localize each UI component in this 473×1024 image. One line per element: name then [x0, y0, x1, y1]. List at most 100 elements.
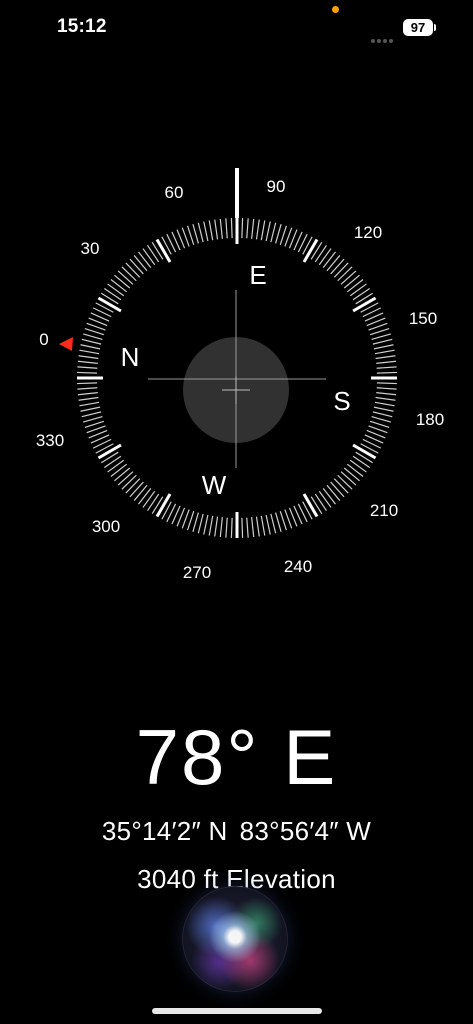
minor-tick — [77, 360, 98, 364]
degree-label-90: 90 — [267, 177, 286, 196]
minor-tick — [186, 510, 195, 531]
minor-tick — [77, 371, 98, 374]
longitude: 83°56′4″ W — [239, 816, 372, 846]
minor-tick — [192, 224, 199, 244]
minor-tick — [208, 220, 214, 241]
home-indicator[interactable] — [152, 1008, 322, 1014]
degree-label-150: 150 — [409, 309, 437, 328]
minor-tick — [346, 463, 364, 477]
minor-tick — [117, 270, 134, 285]
minor-tick — [83, 333, 103, 340]
minor-tick — [376, 387, 397, 390]
minor-tick — [219, 218, 223, 239]
coordinates[interactable]: 35°14′2″ N 83°56′4″ W — [0, 816, 473, 847]
minor-tick — [314, 245, 327, 263]
minor-tick — [343, 274, 360, 289]
minor-tick — [79, 349, 100, 355]
major-tick — [155, 238, 172, 263]
minor-tick — [352, 455, 370, 468]
minor-tick — [186, 225, 195, 246]
degree-label-330: 330 — [36, 431, 64, 450]
minor-tick — [80, 406, 101, 412]
minor-tick — [214, 219, 219, 240]
minor-tick — [79, 401, 100, 407]
major-tick — [352, 443, 377, 460]
minor-tick — [265, 221, 271, 242]
minor-tick — [352, 288, 370, 301]
minor-tick — [78, 396, 99, 401]
minor-tick — [318, 248, 332, 266]
minor-tick — [279, 225, 288, 246]
minor-tick — [333, 262, 349, 278]
minor-tick — [374, 401, 395, 407]
minor-tick — [138, 487, 152, 505]
minor-tick — [372, 411, 393, 418]
minor-tick — [255, 219, 260, 240]
minor-tick — [125, 478, 141, 494]
minor-tick — [241, 218, 244, 239]
minor-tick — [275, 224, 282, 244]
minor-tick — [125, 262, 141, 278]
minor-tick — [371, 333, 391, 340]
minor-tick — [346, 279, 364, 293]
minor-tick — [270, 222, 277, 243]
latitude: 35°14′2″ N — [101, 816, 228, 846]
minor-tick — [203, 221, 209, 242]
minor-tick — [275, 512, 282, 532]
heading-readout: 78° E — [135, 713, 338, 801]
minor-tick — [80, 344, 101, 350]
minor-tick — [376, 371, 397, 374]
minor-tick — [107, 459, 125, 473]
cardinal-east: E — [249, 260, 266, 290]
major-tick — [302, 493, 319, 518]
degree-label-270: 270 — [183, 563, 211, 582]
minor-tick — [225, 218, 228, 239]
minor-tick — [376, 392, 397, 396]
minor-tick — [343, 467, 360, 482]
minor-tick — [230, 218, 233, 239]
minor-tick — [129, 481, 144, 498]
minor-tick — [376, 382, 397, 385]
minor-tick — [326, 484, 341, 501]
minor-tick — [376, 366, 397, 369]
minor-tick — [142, 490, 156, 508]
minor-tick — [241, 517, 244, 538]
minor-tick — [203, 514, 209, 535]
degree-label-30: 30 — [81, 239, 100, 258]
minor-tick — [78, 355, 99, 360]
minor-tick — [260, 515, 266, 536]
siri-orb-icon[interactable] — [182, 886, 288, 992]
minor-tick — [142, 248, 156, 266]
minor-tick — [133, 484, 148, 501]
minor-tick — [330, 481, 345, 498]
minor-tick — [375, 396, 396, 401]
minor-tick — [374, 349, 395, 355]
compass-dial[interactable]: 0 30 60 90 120 150 180 210 240 270 300 3… — [0, 0, 473, 700]
degree-label-180: 180 — [416, 410, 444, 429]
degree-label-0: 0 — [39, 330, 48, 349]
minor-tick — [214, 516, 219, 537]
minor-tick — [83, 416, 103, 423]
minor-tick — [147, 493, 160, 511]
major-tick — [352, 296, 377, 313]
degree-label-300: 300 — [92, 517, 120, 536]
minor-tick — [349, 283, 367, 297]
major-tick — [97, 443, 122, 460]
minor-tick — [369, 420, 390, 429]
minor-tick — [340, 270, 357, 285]
minor-tick — [369, 327, 390, 336]
minor-tick — [373, 406, 394, 412]
minor-tick — [251, 517, 255, 538]
cardinal-west: W — [202, 470, 227, 500]
red-triangle-icon — [59, 337, 73, 351]
minor-tick — [322, 487, 336, 505]
minor-tick — [129, 258, 144, 275]
minor-tick — [322, 251, 336, 269]
minor-tick — [230, 517, 233, 538]
minor-tick — [270, 513, 277, 534]
minor-tick — [340, 471, 357, 486]
cardinal-south: S — [333, 386, 350, 416]
minor-tick — [81, 411, 102, 418]
degree-label-120: 120 — [354, 223, 382, 242]
minor-tick — [138, 251, 152, 269]
